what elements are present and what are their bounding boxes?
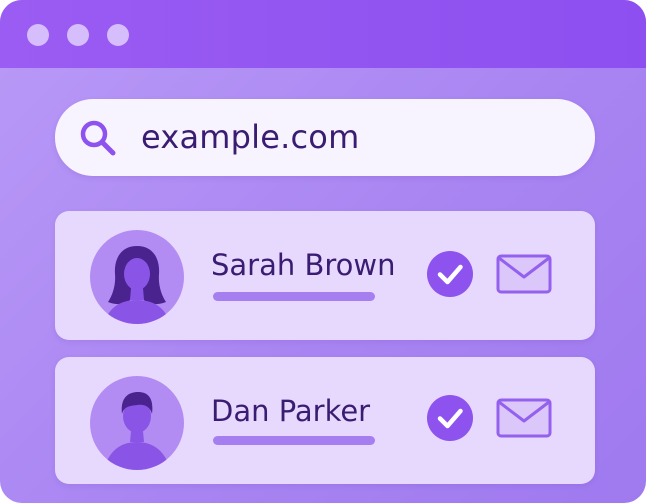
contact-name: Dan Parker (211, 394, 371, 428)
search-input[interactable]: example.com (141, 116, 359, 158)
window-dot-3[interactable] (107, 24, 129, 46)
title-bar (0, 0, 646, 68)
contact-detail-line (213, 292, 375, 301)
contact-card[interactable]: Dan Parker (55, 357, 595, 484)
contact-detail-line (213, 436, 375, 445)
mail-icon[interactable] (496, 254, 552, 294)
window-dot-2[interactable] (67, 24, 89, 46)
browser-window: example.com Sarah Brown Dan Parker (0, 0, 646, 503)
mail-icon[interactable] (496, 398, 552, 438)
checkmark-icon[interactable] (427, 395, 473, 441)
male-avatar-icon (90, 376, 184, 470)
window-dot-1[interactable] (27, 24, 49, 46)
checkmark-icon[interactable] (427, 251, 473, 297)
contact-name: Sarah Brown (211, 248, 396, 282)
search-bar[interactable]: example.com (55, 99, 595, 176)
contact-card[interactable]: Sarah Brown (55, 211, 595, 340)
female-avatar-icon (90, 230, 184, 324)
search-icon[interactable] (78, 118, 118, 158)
